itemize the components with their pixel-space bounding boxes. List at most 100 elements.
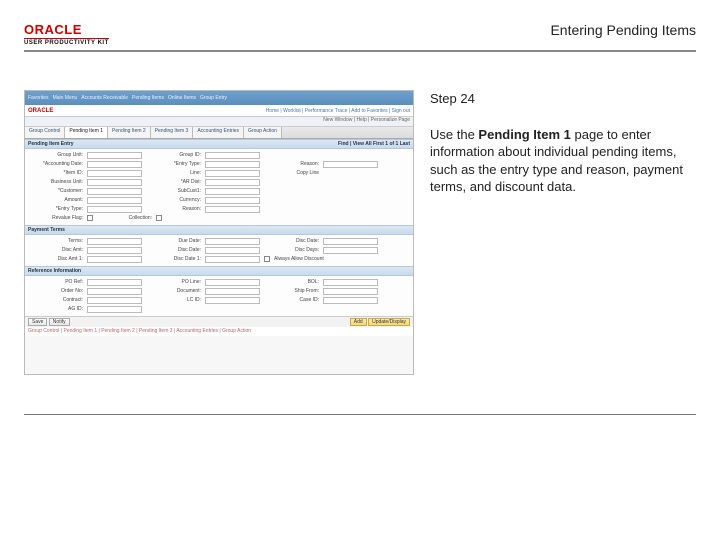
ss-field-input[interactable] bbox=[323, 297, 378, 304]
ss-field-label: Contract: bbox=[28, 297, 83, 303]
ss-field-label: Copy Line bbox=[264, 170, 319, 176]
ss-section2-header: Payment Terms bbox=[25, 225, 413, 235]
ss-field-label: BOL: bbox=[264, 279, 319, 285]
ss-top-item: Favorites bbox=[28, 95, 49, 101]
ss-field-input[interactable] bbox=[87, 152, 142, 159]
ss-save-button[interactable]: Save bbox=[28, 318, 47, 326]
ss-field-input[interactable] bbox=[87, 206, 142, 213]
ss-oracle-logo: ORACLE bbox=[28, 108, 53, 114]
ss-field-input[interactable] bbox=[87, 279, 142, 286]
ss-field-input[interactable] bbox=[323, 247, 378, 254]
ss-field-label: *Entry Type: bbox=[28, 206, 83, 212]
ss-field-input[interactable] bbox=[87, 161, 142, 168]
ss-tab[interactable]: Pending Item 2 bbox=[108, 127, 151, 138]
ss-update-display-button[interactable]: Update/Display bbox=[368, 318, 410, 326]
instruction-pre: Use the bbox=[430, 127, 478, 142]
ss-tab[interactable]: Group Action bbox=[244, 127, 282, 138]
ss-top-item: Main Menu bbox=[53, 95, 78, 101]
content-row: Favorites Main Menu Accounts Receivable … bbox=[24, 90, 696, 375]
ss-field-input[interactable] bbox=[87, 256, 142, 263]
ss-field-label: *Item ID: bbox=[28, 170, 83, 176]
ss-field-input[interactable] bbox=[205, 247, 260, 254]
ss-field-label: Disc Amt 1: bbox=[28, 256, 83, 262]
ss-section1-toolbar: Find | View All First 1 of 1 Last bbox=[338, 141, 410, 147]
ss-field-input[interactable] bbox=[205, 152, 260, 159]
ss-section2-title: Payment Terms bbox=[28, 227, 65, 233]
instruction-panel: Step 24 Use the Pending Item 1 page to e… bbox=[430, 90, 696, 375]
ss-tab-active[interactable]: Pending Item 1 bbox=[65, 127, 108, 138]
ss-field-input[interactable] bbox=[87, 247, 142, 254]
ss-field-label: Due Date: bbox=[146, 238, 201, 244]
ss-field-input[interactable] bbox=[87, 188, 142, 195]
ss-tabs: Group Control Pending Item 1 Pending Ite… bbox=[25, 127, 413, 139]
oracle-logo-text: ORACLE bbox=[24, 22, 109, 39]
ss-section1-title: Pending Item Entry bbox=[28, 141, 74, 147]
ss-top-item: Group Entry bbox=[200, 95, 227, 101]
ss-checkbox[interactable] bbox=[87, 215, 93, 221]
ss-field-label: *Entry Type: bbox=[146, 161, 201, 167]
ss-field-label: SubCust1: bbox=[146, 188, 201, 194]
ss-top-item: Online Items bbox=[168, 95, 196, 101]
ss-logo-row: ORACLE Home | Worklist | Performance Tra… bbox=[25, 105, 413, 117]
ss-field-input[interactable] bbox=[205, 238, 260, 245]
ss-section3-header: Reference Information bbox=[25, 266, 413, 276]
ss-field-input[interactable] bbox=[87, 306, 142, 313]
ss-field-input[interactable] bbox=[323, 279, 378, 286]
ss-field-input[interactable] bbox=[205, 206, 260, 213]
ss-field-label: Collection: bbox=[97, 215, 152, 221]
ss-field-label: PO Line: bbox=[146, 279, 201, 285]
ss-field-label: LC ID: bbox=[146, 297, 201, 303]
ss-field-input[interactable] bbox=[205, 279, 260, 286]
footer-rule bbox=[24, 414, 696, 415]
oracle-upk-label: USER PRODUCTIVITY KIT bbox=[24, 40, 109, 46]
ss-field-input[interactable] bbox=[87, 197, 142, 204]
ss-field-label: Document: bbox=[146, 288, 201, 294]
ss-notify-button[interactable]: Notify bbox=[49, 318, 70, 326]
ss-field-label: Group ID: bbox=[146, 152, 201, 158]
ss-field-input[interactable] bbox=[323, 238, 378, 245]
ss-field-input[interactable] bbox=[205, 256, 260, 263]
ss-tab[interactable]: Group Control bbox=[25, 127, 65, 138]
ss-field-input[interactable] bbox=[205, 170, 260, 177]
ss-field-label: Disc Amt: bbox=[28, 247, 83, 253]
ss-field-label: *Customer: bbox=[28, 188, 83, 194]
ss-field-label: Line: bbox=[146, 170, 201, 176]
ss-field-label: Disc Date: bbox=[264, 238, 319, 244]
ss-section3-fields: PO Ref:PO Line:BOL: Order No:Document:Sh… bbox=[25, 276, 413, 316]
ss-top-nav: Favorites Main Menu Accounts Receivable … bbox=[25, 91, 413, 105]
ss-header-links: Home | Worklist | Performance Trace | Ad… bbox=[266, 108, 410, 114]
ss-field-input[interactable] bbox=[205, 288, 260, 295]
ss-field-label: Reason: bbox=[146, 206, 201, 212]
ss-field-label: Disc Date: bbox=[146, 247, 201, 253]
ss-field-input[interactable] bbox=[205, 179, 260, 186]
ss-field-label: Amount: bbox=[28, 197, 83, 203]
ss-field-label: Business Unit: bbox=[28, 179, 83, 185]
ss-field-input[interactable] bbox=[323, 288, 378, 295]
ss-field-label: Always Allow Discount bbox=[274, 256, 324, 262]
ss-field-input[interactable] bbox=[87, 179, 142, 186]
ss-field-input[interactable] bbox=[87, 288, 142, 295]
ss-field-label: Disc Days: bbox=[264, 247, 319, 253]
ss-breadcrumb: Group Control | Pending Item 1 | Pending… bbox=[25, 327, 413, 336]
ss-top-item: Accounts Receivable bbox=[81, 95, 128, 101]
ss-top-item: Pending Items bbox=[132, 95, 164, 101]
ss-checkbox[interactable] bbox=[264, 256, 270, 262]
instruction-text: Use the Pending Item 1 page to enter inf… bbox=[430, 126, 696, 196]
ss-field-input[interactable] bbox=[87, 238, 142, 245]
ss-field-label: Reason: bbox=[264, 161, 319, 167]
ss-checkbox[interactable] bbox=[156, 215, 162, 221]
ss-field-label: Currency: bbox=[146, 197, 201, 203]
ss-user-row: New Window | Help | Personalize Page bbox=[25, 117, 413, 127]
ss-tab[interactable]: Accounting Entries bbox=[193, 127, 244, 138]
ss-field-input[interactable] bbox=[205, 197, 260, 204]
ss-field-input[interactable] bbox=[87, 170, 142, 177]
ss-field-input[interactable] bbox=[205, 297, 260, 304]
instruction-bold: Pending Item 1 bbox=[478, 127, 570, 142]
ss-section2-fields: Terms:Due Date:Disc Date: Disc Amt:Disc … bbox=[25, 235, 413, 266]
ss-field-input[interactable] bbox=[205, 188, 260, 195]
ss-field-input[interactable] bbox=[87, 297, 142, 304]
ss-tab[interactable]: Pending Item 3 bbox=[151, 127, 194, 138]
ss-field-input[interactable] bbox=[323, 161, 378, 168]
ss-field-input[interactable] bbox=[205, 161, 260, 168]
ss-add-button[interactable]: Add bbox=[350, 318, 367, 326]
